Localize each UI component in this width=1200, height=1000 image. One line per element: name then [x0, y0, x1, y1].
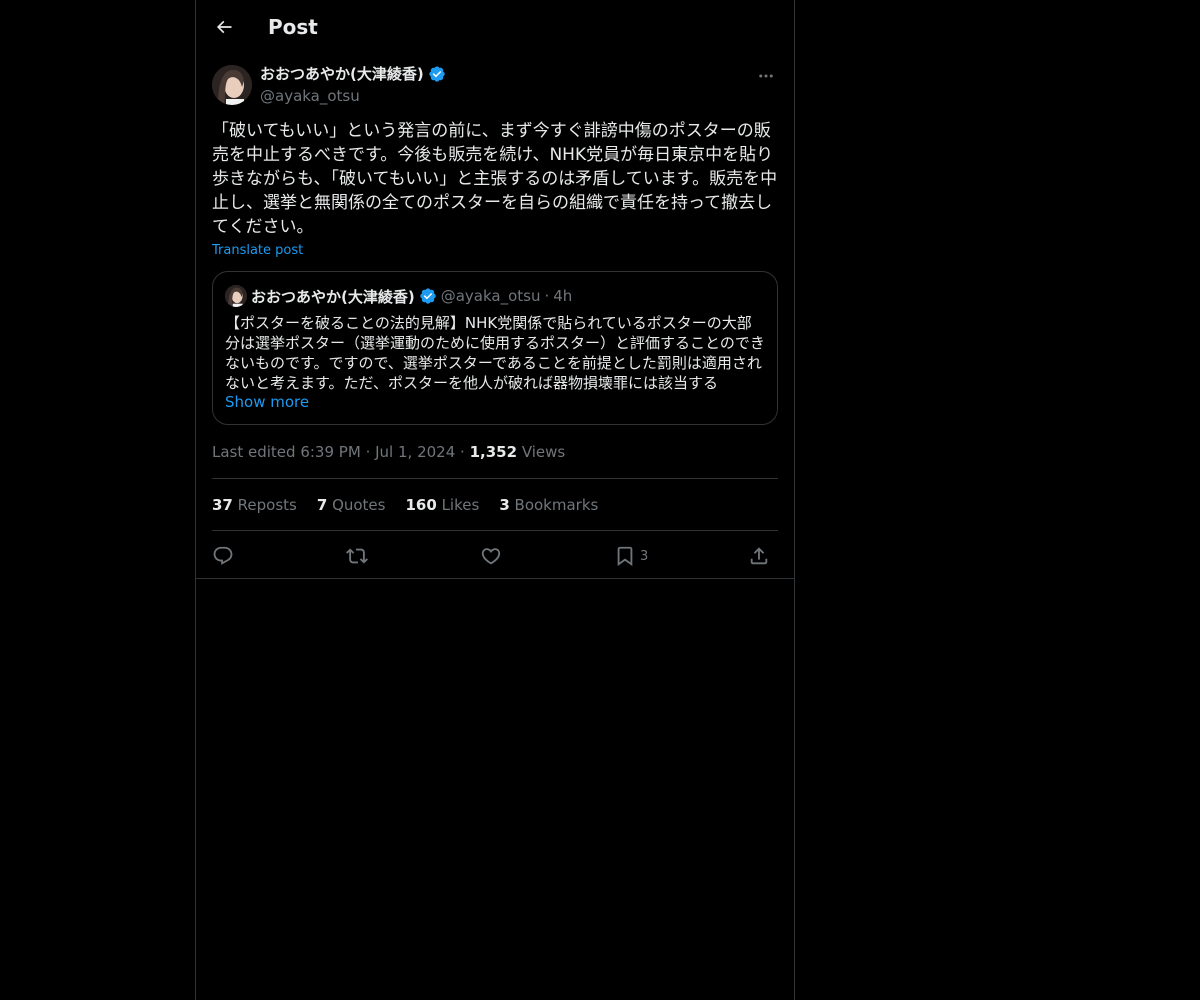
- likes-stat[interactable]: 160 Likes: [405, 495, 479, 515]
- engagement-stats: 37 Reposts 7 Quotes 160 Likes 3 Bookmark…: [212, 495, 598, 515]
- meta-separator: ·: [460, 443, 465, 461]
- primary-column: Post おおつあやか(大津綾香) @ayaka_otsu 「破いてもいい」とい…: [195, 0, 795, 1000]
- bookmark-button[interactable]: 3: [614, 542, 648, 570]
- post-date[interactable]: Jul 1, 2024: [375, 443, 455, 461]
- share-icon: [750, 547, 768, 565]
- action-bar: 3: [212, 540, 778, 572]
- divider: [196, 578, 794, 579]
- repost-button[interactable]: [346, 542, 368, 570]
- share-button[interactable]: [748, 542, 770, 570]
- more-dots-icon: [759, 74, 773, 78]
- likes-count: 160: [405, 496, 437, 514]
- arrow-left-icon: [216, 20, 232, 34]
- bookmark-count: 3: [640, 548, 649, 564]
- show-more-link[interactable]: Show more: [225, 392, 309, 412]
- post-body-text: 「破いてもいい」という発言の前に、まず今すぐ誹謗中傷のポスターの販売を中止するべ…: [212, 121, 778, 237]
- divider: [212, 530, 778, 531]
- page-title: Post: [268, 15, 318, 39]
- back-button[interactable]: [208, 9, 240, 45]
- post-header-bar: Post: [196, 0, 794, 54]
- quoted-verified-badge-icon: [419, 287, 437, 305]
- post-author: おおつあやか(大津綾香) @ayaka_otsu: [212, 64, 778, 108]
- views-count: 1,352: [469, 443, 518, 461]
- quoted-separator: ·: [544, 287, 550, 305]
- heart-icon: [481, 548, 501, 565]
- more-options-button[interactable]: [754, 64, 778, 88]
- bookmarks-stat[interactable]: 3 Bookmarks: [499, 495, 598, 515]
- quoted-handle: @ayaka_otsu: [440, 287, 541, 305]
- author-display-name: おおつあやか(大津綾香): [260, 65, 424, 83]
- quotes-label: Quotes: [332, 496, 386, 514]
- quoted-post-header: おおつあやか(大津綾香) @ayaka_otsu · 4h: [225, 284, 572, 308]
- quoted-avatar: [225, 285, 247, 307]
- avatar-image: [212, 65, 252, 105]
- reposts-count: 37: [212, 496, 233, 514]
- author-name-row[interactable]: おおつあやか(大津綾香): [260, 64, 446, 84]
- meta-separator: ·: [365, 443, 371, 461]
- post-meta: Last edited 6:39 PM · Jul 1, 2024 · 1,35…: [212, 442, 565, 462]
- edited-timestamp[interactable]: Last edited 6:39 PM: [212, 443, 361, 461]
- reposts-label: Reposts: [237, 496, 297, 514]
- quotes-count: 7: [316, 496, 328, 514]
- quoted-timestamp: 4h: [553, 287, 573, 305]
- quoted-post[interactable]: おおつあやか(大津綾香) @ayaka_otsu · 4h 【ポスターを破ること…: [212, 271, 778, 425]
- quotes-stat[interactable]: 7 Quotes: [317, 495, 386, 515]
- bookmark-icon: [617, 546, 633, 567]
- likes-label: Likes: [441, 496, 480, 514]
- translate-post-link[interactable]: Translate post: [212, 242, 303, 260]
- reposts-stat[interactable]: 37 Reposts: [212, 495, 297, 515]
- reply-icon: [213, 546, 233, 565]
- author-handle[interactable]: @ayaka_otsu: [260, 86, 360, 106]
- repost-icon: [346, 548, 368, 564]
- bookmarks-label: Bookmarks: [514, 496, 599, 514]
- reply-button[interactable]: [212, 542, 234, 570]
- verified-badge-icon: [428, 65, 446, 83]
- divider: [212, 478, 778, 479]
- bookmarks-count: 3: [499, 496, 510, 514]
- views-label: Views: [521, 443, 566, 461]
- quoted-post-text: 【ポスターを破ることの法的見解】NHK党関係で貼られているポスターの大部分は選挙…: [225, 314, 765, 392]
- like-button[interactable]: [480, 542, 502, 570]
- quoted-display-name: おおつあやか(大津綾香): [251, 287, 415, 306]
- avatar[interactable]: [212, 65, 252, 105]
